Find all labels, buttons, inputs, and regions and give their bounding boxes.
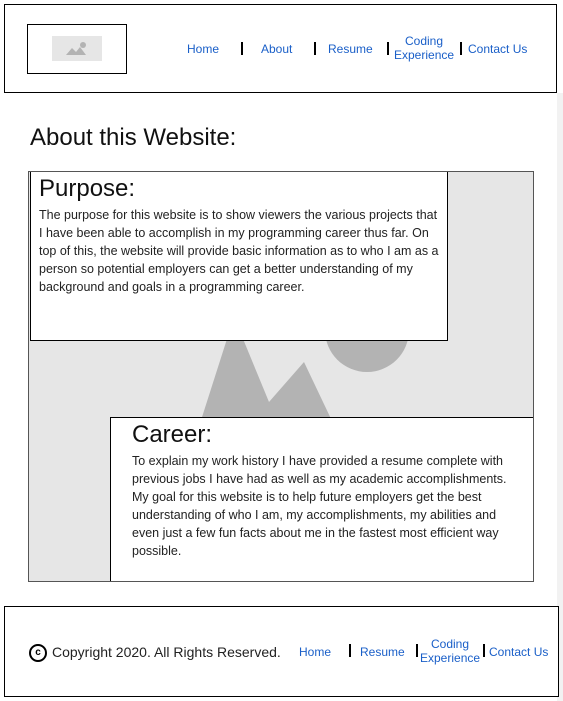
page-title: About this Website: (30, 124, 237, 151)
nav-coding-experience-link[interactable]: Coding Experience (394, 34, 454, 62)
nav-separator (314, 42, 316, 55)
nav-separator (241, 42, 243, 55)
site-footer: c Copyright 2020. All Rights Reserved. H… (4, 606, 559, 697)
purpose-text: The purpose for this website is to show … (39, 208, 439, 294)
nav-separator (460, 42, 462, 55)
footer-home-link[interactable]: Home (299, 645, 331, 659)
footer-contact-link[interactable]: Contact Us (489, 645, 548, 659)
nav-home-link[interactable]: Home (187, 42, 219, 56)
nav-resume-link[interactable]: Resume (328, 42, 373, 56)
nav-contact-link[interactable]: Contact Us (468, 42, 527, 56)
image-placeholder-icon (52, 36, 102, 61)
footer-resume-link[interactable]: Resume (360, 645, 405, 659)
nav-separator (387, 42, 389, 55)
career-section: Career: To explain my work history I hav… (110, 417, 533, 581)
purpose-heading: Purpose: (39, 175, 136, 202)
nav-about-link[interactable]: About (261, 42, 292, 56)
site-header: Home About Resume Coding Experience Cont… (4, 4, 557, 93)
footer-experience-label: Experience (420, 651, 481, 665)
nav-coding-label: Coding (404, 34, 444, 48)
logo[interactable] (27, 24, 127, 74)
copyright-icon: c (29, 644, 47, 662)
hero-image-placeholder: Purpose: The purpose for this website is… (28, 171, 534, 582)
footer-coding-label: Coding (430, 637, 470, 651)
footer-nav-separator (483, 644, 485, 657)
career-heading: Career: (132, 421, 213, 448)
purpose-section: Purpose: The purpose for this website is… (30, 172, 448, 341)
footer-nav-separator (349, 644, 351, 657)
copyright-text: Copyright 2020. All Rights Reserved. (52, 644, 281, 660)
nav-experience-label: Experience (394, 48, 455, 62)
career-text: To explain my work history I have provid… (132, 454, 507, 558)
footer-coding-experience-link[interactable]: Coding Experience (420, 637, 480, 665)
footer-nav-separator (416, 644, 418, 657)
